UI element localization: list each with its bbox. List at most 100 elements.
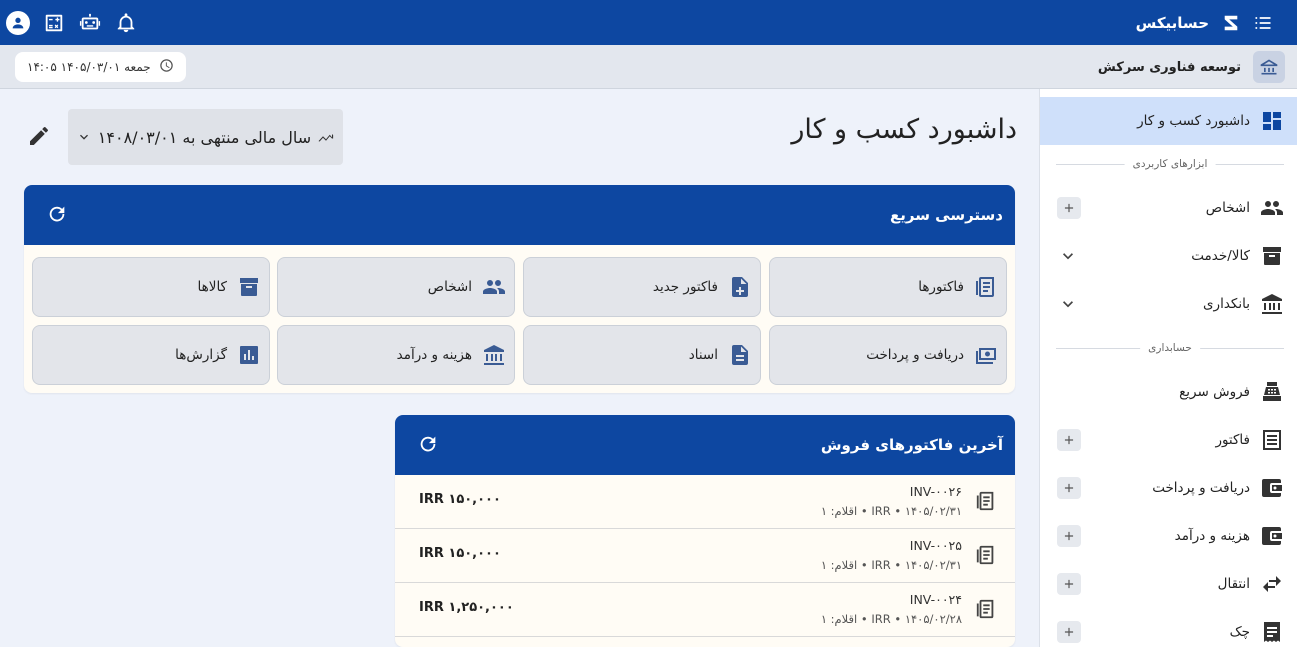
invoices-icon (974, 275, 998, 299)
sidebar-item-products[interactable]: کالا/خدمت (1040, 232, 1297, 280)
quick-invoices-button[interactable]: فاکتورها (769, 257, 1007, 317)
archive-box-icon (237, 275, 261, 299)
fiscal-year-selector[interactable]: سال مالی منتهی به ۱۴۰۸/۰۳/۰۱ (68, 109, 343, 165)
menu-toggle-icon[interactable] (1253, 13, 1273, 33)
invoice-amount: IRR ۱۵۰,۰۰۰ (419, 546, 501, 561)
invoice-meta: ۱۴۰۵/۰۲/۲۸ • IRR • اقلام: ۱ (820, 612, 962, 626)
brand: حسابیکس (1136, 0, 1273, 45)
chevron-down-icon[interactable] (1057, 245, 1079, 267)
sidebar-divider-label: ابزارهای کاربردی (1124, 156, 1216, 172)
sidebar-divider-tools: ابزارهای کاربردی (1056, 156, 1284, 172)
user-avatar-icon[interactable] (6, 10, 30, 35)
bank-icon (482, 343, 506, 367)
add-check-button[interactable] (1057, 621, 1081, 643)
add-transfer-button[interactable] (1057, 573, 1081, 595)
quick-access-title: دسترسی سریع (889, 206, 1003, 224)
add-person-button[interactable] (1057, 197, 1081, 219)
app-name: حسابیکس (1135, 13, 1209, 32)
clock-icon (159, 58, 174, 76)
refresh-icon[interactable] (44, 203, 68, 227)
invoice-meta: ۱۴۰۵/۰۲/۳۱ • IRR • اقلام: ۱ (820, 558, 962, 572)
sidebar-divider-accounting: حسابداری (1056, 340, 1284, 356)
people-icon (482, 275, 506, 299)
invoice-amount: IRR ۱۵۰,۰۰۰ (419, 492, 501, 507)
sidebar-item-label: اشخاص (1205, 200, 1250, 216)
sidebar-item-transfer[interactable]: انتقال (1040, 560, 1297, 608)
invoice-row[interactable]: INV-۰۰۲۶ ۱۴۰۵/۰۲/۳۱ • IRR • اقلام: ۱ IRR… (395, 475, 1015, 529)
app-logo-icon (1221, 12, 1241, 34)
pencil-icon (30, 127, 48, 145)
invoice-row[interactable]: INV-۰۰۲۴ ۱۴۰۵/۰۲/۲۸ • IRR • اقلام: ۱ IRR… (395, 583, 1015, 637)
sidebar-item-label: هزینه و درآمد (1174, 528, 1250, 544)
fiscal-year-label: سال مالی منتهی به ۱۴۰۸/۰۳/۰۱ (97, 127, 312, 147)
datetime-display: جمعه ۱۴۰۵/۰۳/۰۱ ۱۴:۰۵ (15, 52, 186, 82)
quick-receive-pay-button[interactable]: دریافت و پرداخت (769, 325, 1007, 385)
quick-button-label: کالاها (197, 279, 227, 295)
check-receipt-icon (1260, 620, 1284, 644)
refresh-icon[interactable] (415, 433, 439, 457)
add-expense-income-button[interactable] (1057, 525, 1081, 547)
quick-products-button[interactable]: کالاها (32, 257, 270, 317)
add-receive-pay-button[interactable] (1057, 477, 1081, 499)
sidebar-item-label: چک (1229, 624, 1250, 640)
sidebar-item-quick-sale[interactable]: فروش سریع (1040, 368, 1297, 416)
quick-button-label: دریافت و پرداخت (866, 347, 964, 363)
receipt-icon (973, 544, 997, 568)
company-selector[interactable]: توسعه فناوری سرکش (1098, 51, 1285, 83)
sidebar-item-people[interactable]: اشخاص (1040, 184, 1297, 232)
sidebar-item-receive-pay[interactable]: دریافت و پرداخت (1040, 464, 1297, 512)
page-title: داشبورد کسب و کار (791, 114, 1017, 145)
chevron-down-icon[interactable] (1057, 293, 1079, 315)
quick-button-label: فاکتور جدید (652, 279, 718, 295)
sidebar-item-label: دریافت و پرداخت (1152, 480, 1250, 496)
add-invoice-button[interactable] (1057, 429, 1081, 451)
document-icon (728, 343, 752, 367)
invoice-row[interactable]: INV-۰۰۲۵ ۱۴۰۵/۰۲/۳۱ • IRR • اقلام: ۱ IRR… (395, 529, 1015, 583)
bar-chart-icon (237, 343, 261, 367)
sidebar-item-banking[interactable]: بانکداری (1040, 280, 1297, 328)
top-actions (6, 0, 138, 45)
chevron-down-icon (76, 129, 92, 145)
quick-people-button[interactable]: اشخاص (277, 257, 515, 317)
sidebar-item-label: داشبورد کسب و کار (1137, 113, 1250, 129)
top-app-bar: حسابیکس (0, 0, 1297, 45)
notifications-bell-icon[interactable] (114, 11, 138, 35)
datetime-text: جمعه ۱۴۰۵/۰۳/۰۱ ۱۴:۰۵ (27, 60, 151, 74)
sidebar-item-label: کالا/خدمت (1191, 248, 1250, 264)
quick-button-label: اشخاص (427, 279, 472, 295)
quick-documents-button[interactable]: اسناد (523, 325, 761, 385)
quick-button-label: فاکتورها (918, 279, 964, 295)
robot-assistant-icon[interactable] (78, 11, 102, 35)
invoice-meta: ۱۴۰۵/۰۲/۳۱ • IRR • اقلام: ۱ (820, 504, 962, 518)
quick-button-label: هزینه و درآمد (396, 347, 472, 363)
quick-expense-income-button[interactable]: هزینه و درآمد (277, 325, 515, 385)
sidebar-divider-label: حسابداری (1140, 340, 1200, 356)
sidebar-item-dashboard[interactable]: داشبورد کسب و کار (1040, 97, 1297, 145)
sidebar-item-label: بانکداری (1202, 296, 1250, 312)
invoice-number: INV-۰۰۲۵ (909, 538, 962, 553)
calculator-icon[interactable] (42, 11, 66, 35)
quick-new-invoice-button[interactable]: فاکتور جدید (523, 257, 761, 317)
sidebar-item-check[interactable]: چک (1040, 608, 1297, 647)
edit-dashboard-button[interactable] (27, 124, 53, 150)
people-icon (1260, 196, 1284, 220)
sidebar-item-label: فاکتور (1215, 432, 1250, 448)
sidebar-item-invoice[interactable]: فاکتور (1040, 416, 1297, 464)
quick-reports-button[interactable]: گزارش‌ها (32, 325, 270, 385)
bank-icon (1260, 292, 1284, 316)
latest-invoices-header: آخرین فاکتورهای فروش (395, 415, 1015, 475)
sidebar-item-expense-income[interactable]: هزینه و درآمد (1040, 512, 1297, 560)
sidebar-item-label: انتقال (1217, 576, 1250, 592)
quick-access-card: دسترسی سریع فاکتورها فاکتور جدید اشخاص ک… (24, 185, 1015, 393)
company-bar: توسعه فناوری سرکش جمعه ۱۴۰۵/۰۳/۰۱ ۱۴:۰۵ (0, 45, 1297, 89)
latest-invoices-title: آخرین فاکتورهای فروش (820, 436, 1003, 454)
quick-button-label: اسناد (688, 347, 718, 363)
business-home-icon[interactable] (1253, 51, 1285, 83)
new-file-icon (728, 275, 752, 299)
dashboard-icon (1260, 109, 1284, 133)
quick-access-header: دسترسی سریع (24, 185, 1015, 245)
receipt-list-icon (1260, 428, 1284, 452)
wallet-icon (1260, 476, 1284, 500)
payment-icon (974, 343, 998, 367)
cash-register-icon (1260, 380, 1284, 404)
